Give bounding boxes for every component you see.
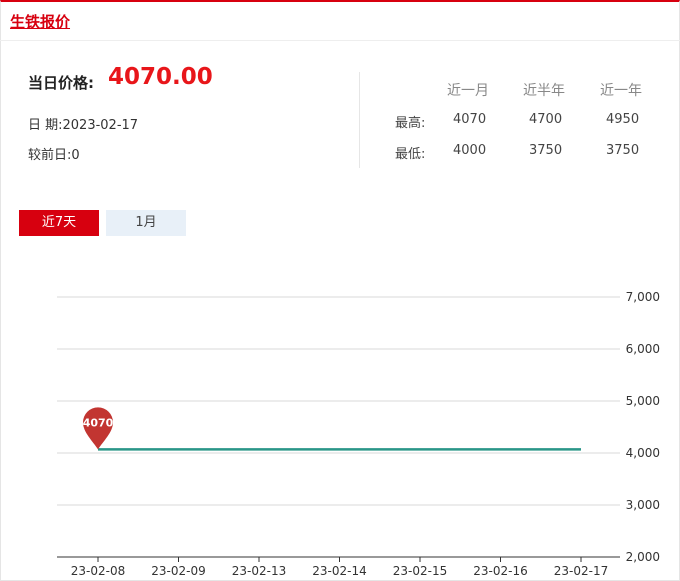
- x-tick-label: 23-02-17: [554, 564, 608, 578]
- y-tick-label: 4,000: [626, 446, 660, 460]
- x-tick-label: 23-02-14: [312, 564, 366, 578]
- y-tick-label: 3,000: [626, 498, 660, 512]
- y-tick-label: 2,000: [626, 550, 660, 564]
- y-tick-label: 5,000: [626, 394, 660, 408]
- x-tick-label: 23-02-15: [393, 564, 447, 578]
- marker-label: 4070: [83, 416, 114, 429]
- x-tick-label: 23-02-08: [71, 564, 125, 578]
- x-tick-label: 23-02-13: [232, 564, 286, 578]
- x-tick-label: 23-02-16: [473, 564, 527, 578]
- y-tick-label: 7,000: [626, 290, 660, 304]
- y-tick-label: 6,000: [626, 342, 660, 356]
- x-tick-label: 23-02-09: [151, 564, 205, 578]
- price-line-chart: 2,000 3,000 4,000 5,000 6,000 7,000 23-02-08 23…: [57, 290, 660, 578]
